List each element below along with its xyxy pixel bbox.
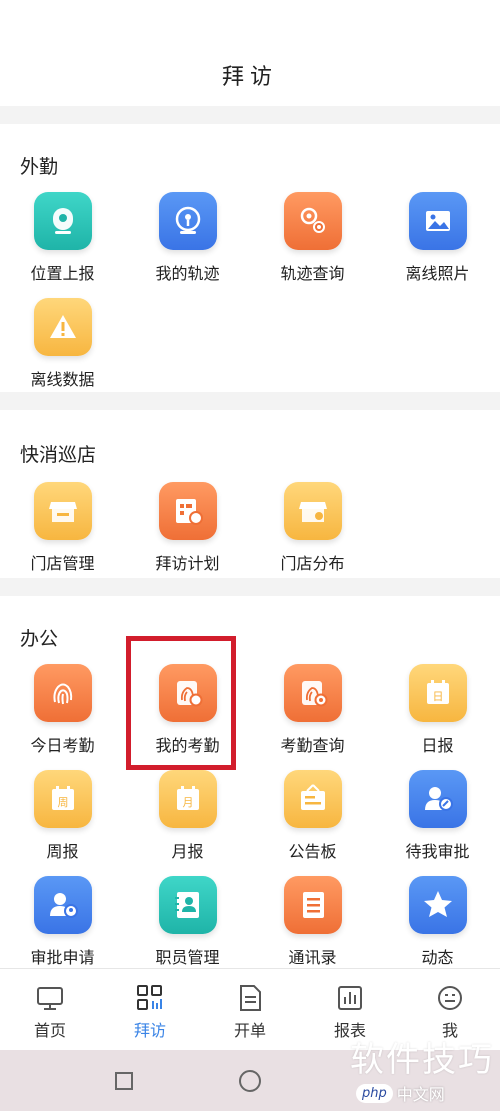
item-pending-approval[interactable]: 待我审批: [375, 770, 500, 862]
item-label: 通讯录: [288, 948, 337, 967]
monitor-icon: [35, 983, 65, 1013]
item-daily-report[interactable]: 日 日报: [375, 664, 500, 756]
item-weekly-report[interactable]: 周 周报: [0, 770, 125, 862]
item-bulletin-board[interactable]: 公告板: [250, 770, 375, 862]
offline-photo-icon: [408, 192, 467, 250]
grid-chart-icon: [135, 983, 165, 1013]
item-visit-plan[interactable]: 拜访计划: [125, 482, 250, 574]
item-label: 我的轨迹: [155, 264, 220, 283]
item-my-track[interactable]: 我的轨迹: [125, 192, 250, 284]
item-label: 离线数据: [30, 370, 95, 389]
item-label: 月报: [171, 842, 204, 861]
my-track-icon: [158, 192, 217, 250]
section-office: 办公 今日考勤 我的考勤 考勤查询 日 日报 周 周报 月 月报 公告板 待我审…: [0, 596, 500, 968]
item-label: 门店管理: [30, 554, 95, 573]
item-label: 考勤查询: [280, 736, 345, 755]
php-logo: php: [356, 1083, 393, 1103]
tab-label: 首页: [33, 1021, 66, 1040]
item-label: 位置上报: [30, 264, 95, 283]
location-report-icon: [33, 192, 92, 250]
calendar-glyph: 周: [57, 796, 68, 809]
calendar-day-icon: 日: [408, 664, 467, 722]
item-label: 公告板: [288, 842, 337, 861]
item-label: 动态: [421, 948, 454, 967]
item-label: 今日考勤: [30, 736, 95, 755]
store-distribution-icon: [283, 482, 342, 540]
tab-home[interactable]: 首页: [0, 969, 100, 1051]
item-feed[interactable]: 动态: [375, 876, 500, 968]
section-fmcg: 快消巡店 门店管理 拜访计划 门店分布: [0, 410, 500, 578]
item-label: 审批申请: [30, 948, 95, 967]
recent-apps-button[interactable]: [115, 1072, 133, 1090]
item-offline-data[interactable]: 离线数据: [0, 298, 125, 390]
item-store-distribution[interactable]: 门店分布: [250, 482, 375, 574]
attendance-query-icon: [283, 664, 342, 722]
item-offline-photo[interactable]: 离线照片: [375, 192, 500, 284]
bar-chart-icon: [335, 983, 365, 1013]
tab-order[interactable]: 开单: [200, 969, 300, 1051]
section-title: 办公: [20, 628, 59, 650]
site-name: 中文网: [396, 1085, 445, 1104]
highlight-box: [126, 636, 236, 770]
visit-plan-icon: [158, 482, 217, 540]
item-contacts[interactable]: 通讯录: [250, 876, 375, 968]
top-bar: 拜访: [0, 0, 500, 106]
item-attendance-query[interactable]: 考勤查询: [250, 664, 375, 756]
page-title: 拜访: [221, 65, 278, 90]
item-label: 轨迹查询: [280, 264, 345, 283]
bulletin-board-icon: [283, 770, 342, 828]
item-staff-management[interactable]: 职员管理: [125, 876, 250, 968]
tab-label: 开单: [233, 1021, 266, 1040]
fingerprint-icon: [33, 664, 92, 722]
staff-management-icon: [158, 876, 217, 934]
item-label: 门店分布: [280, 554, 345, 573]
section-title: 外勤: [20, 156, 59, 178]
item-label: 周报: [46, 842, 79, 861]
item-today-attendance[interactable]: 今日考勤: [0, 664, 125, 756]
item-label: 职员管理: [155, 948, 220, 967]
calendar-month-icon: 月: [158, 770, 217, 828]
document-icon: [235, 983, 265, 1013]
item-track-query[interactable]: 轨迹查询: [250, 192, 375, 284]
item-store-management[interactable]: 门店管理: [0, 482, 125, 574]
smile-face-icon: [435, 983, 465, 1013]
approval-request-icon: [33, 876, 92, 934]
watermark-site: php 中文网: [356, 1078, 445, 1108]
watermark-text: 软件技巧: [350, 1040, 494, 1080]
item-location-report[interactable]: 位置上报: [0, 192, 125, 284]
calendar-glyph: 月: [182, 796, 193, 809]
item-label: 待我审批: [405, 842, 470, 861]
item-label: 离线照片: [405, 264, 470, 283]
star-icon: [408, 876, 467, 934]
section-field: 外勤 位置上报 我的轨迹 轨迹查询 离线照片 离线数据: [0, 124, 500, 392]
calendar-glyph: 日: [432, 690, 443, 703]
store-management-icon: [33, 482, 92, 540]
item-monthly-report[interactable]: 月 月报: [125, 770, 250, 862]
contacts-icon: [283, 876, 342, 934]
home-button[interactable]: [239, 1070, 261, 1092]
offline-data-warning-icon: [33, 298, 92, 356]
item-approval-request[interactable]: 审批申请: [0, 876, 125, 968]
tab-visit[interactable]: 拜访: [100, 969, 200, 1051]
section-title: 快消巡店: [20, 444, 97, 466]
pending-approval-icon: [408, 770, 467, 828]
item-label: 日报: [421, 736, 454, 755]
calendar-week-icon: 周: [33, 770, 92, 828]
tab-label: 拜访: [133, 1021, 166, 1040]
track-query-icon: [283, 192, 342, 250]
item-label: 拜访计划: [155, 554, 220, 573]
